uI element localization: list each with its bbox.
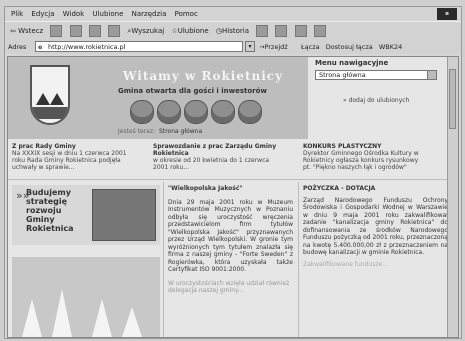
photo-circles: [130, 100, 265, 128]
go-label: Przejdź: [264, 43, 288, 51]
tree-shape: [52, 289, 72, 337]
sidebar-title[interactable]: POŻYCZKA - DOTACJA: [303, 185, 448, 193]
news-item[interactable]: Sprawozdanie z prac Zarządu Gminy Rokiet…: [153, 143, 278, 171]
promo-image: [92, 189, 156, 241]
address-bar: Adres http://www.rokietnica.pl ▾ →Przejd…: [5, 40, 461, 54]
menu-bar: Plik Edycja Widok Ulubione Narzędzia Pom…: [5, 7, 461, 21]
water-shape: [32, 107, 68, 119]
sidebar-body: Zarząd Narodowego Funduszu Ochrony Środo…: [303, 196, 448, 257]
menu-help[interactable]: Pomoc: [175, 10, 198, 18]
menu-file[interactable]: Plik: [11, 10, 23, 18]
news-title[interactable]: Z prac Rady Gminy: [12, 143, 137, 150]
news-item[interactable]: KONKURS PLASTYCZNY Dyrektor Gminnego Ośr…: [303, 143, 428, 171]
news-strip: Z prac Rady Gminy Na XXXIX sesji w dniu …: [8, 141, 448, 177]
links-bar: Łącza Dostosuj łącza WBK24: [301, 40, 402, 54]
tree-shape: [22, 299, 42, 337]
breadcrumb-current[interactable]: Strona główna: [159, 128, 202, 135]
search-button[interactable]: ⌕Wyszukaj: [127, 27, 164, 35]
menu-favorites[interactable]: Ulubione: [92, 10, 123, 18]
news-item[interactable]: Z prac Rady Gminy Na XXXIX sesji w dniu …: [12, 143, 137, 171]
back-button[interactable]: ⇦ Wstecz: [10, 27, 43, 35]
links-label: Łącza: [301, 43, 320, 51]
breadcrumb: Jesteś teraz: Strona główna: [118, 128, 202, 135]
photo-circle[interactable]: [184, 100, 208, 124]
tree-shape: [122, 307, 142, 337]
article-body-continued: W uroczystościach wzięła udział również …: [168, 279, 290, 295]
address-label: Adres: [8, 43, 27, 51]
favorites-button[interactable]: ☆Ulubione: [171, 27, 208, 35]
photo-circle[interactable]: [130, 100, 154, 124]
article-body: Dnia 29 maja 2001 roku w Muzeum Instrume…: [168, 198, 293, 274]
history-label: Historia: [222, 27, 249, 35]
nav-select[interactable]: Strona główna: [315, 70, 437, 80]
page-viewport: Witamy w Rokietnicy Gmina otwarta dla go…: [7, 56, 459, 338]
news-text: w okresie od 20 kwietnia do 1 czerwca 20…: [153, 157, 270, 171]
photo-circle[interactable]: [211, 100, 235, 124]
toolbar: ⇦ Wstecz ⌕Wyszukaj ☆Ulubione ◷Historia: [5, 21, 461, 41]
article-title[interactable]: "Wielkopolska Jakość": [168, 185, 293, 193]
strategy-promo[interactable]: »» Budujemy strategię rozwoju Gminy Roki…: [12, 185, 160, 245]
mountain-shape: [50, 93, 64, 105]
add-favorites-link[interactable]: » dodaj do ulubionych: [343, 97, 409, 104]
winter-trees-image: [12, 257, 160, 337]
breadcrumb-label: Jesteś teraz:: [118, 128, 156, 135]
back-label: Wstecz: [18, 27, 44, 35]
sidebar-article: POŻYCZKA - DOTACJA Zarząd Narodowego Fun…: [303, 185, 448, 335]
menu-edit[interactable]: Edycja: [31, 10, 54, 18]
site-subtitle: Gmina otwarta dla gości i inwestorów: [118, 87, 267, 95]
stop-icon[interactable]: [69, 25, 82, 37]
edit-icon[interactable]: [294, 25, 307, 37]
refresh-icon[interactable]: [88, 25, 101, 37]
mail-icon[interactable]: [256, 25, 269, 37]
discuss-icon[interactable]: [313, 25, 326, 37]
address-input[interactable]: http://www.rokietnica.pl: [35, 41, 243, 52]
print-icon[interactable]: [275, 25, 288, 37]
windows-logo-icon: ▪: [437, 8, 457, 20]
link-wbk24[interactable]: WBK24: [379, 43, 402, 51]
link-customize[interactable]: Dostosuj łącza: [326, 43, 373, 51]
tree-shape: [92, 299, 112, 337]
vertical-scrollbar[interactable]: [447, 57, 458, 337]
mountain-shape: [36, 93, 50, 105]
nav-menu-title: Menu nawigacyjne: [315, 59, 389, 67]
coat-of-arms-logo: [30, 65, 70, 125]
favorites-label: Ulubione: [177, 27, 209, 35]
menu-view[interactable]: Widok: [63, 10, 85, 18]
photo-circle[interactable]: [157, 100, 181, 124]
news-title[interactable]: Sprawozdanie z prac Zarządu Gminy Rokiet…: [153, 143, 278, 157]
nav-menu: Menu nawigacyjne Strona główna » dodaj d…: [313, 59, 443, 115]
scrollbar-thumb[interactable]: [449, 69, 456, 129]
news-title[interactable]: KONKURS PLASTYCZNY: [303, 143, 428, 150]
divider: [298, 182, 299, 337]
photo-circle[interactable]: [238, 100, 262, 124]
chevron-down-icon[interactable]: ▾: [245, 41, 255, 52]
menu-tools[interactable]: Narzędzia: [132, 10, 167, 18]
divider: [163, 182, 164, 337]
history-button[interactable]: ◷Historia: [216, 27, 249, 35]
news-text: Dyrektor Gminnego Ośrodka Kultury w Roki…: [303, 150, 419, 171]
browser-window: Plik Edycja Widok Ulubione Narzędzia Pom…: [4, 6, 462, 339]
news-text: Na XXXIX sesji w dniu 1 czerwca 2001 rok…: [12, 150, 127, 171]
divider: [8, 179, 448, 180]
site-title: Witamy w Rokietnicy: [123, 69, 284, 83]
go-button[interactable]: →Przejdź: [259, 40, 288, 54]
home-icon[interactable]: [108, 25, 121, 37]
sidebar-body-continued: Zakwalifikowane fundusze...: [303, 260, 388, 268]
main-article: "Wielkopolska Jakość" Dnia 29 maja 2001 …: [168, 185, 293, 335]
site-header: Witamy w Rokietnicy Gmina otwarta dla go…: [8, 57, 308, 139]
promo-text[interactable]: Budujemy strategię rozwoju Gminy Rokietn…: [26, 188, 92, 233]
search-label: Wyszukaj: [131, 27, 165, 35]
forward-icon[interactable]: [50, 25, 63, 37]
